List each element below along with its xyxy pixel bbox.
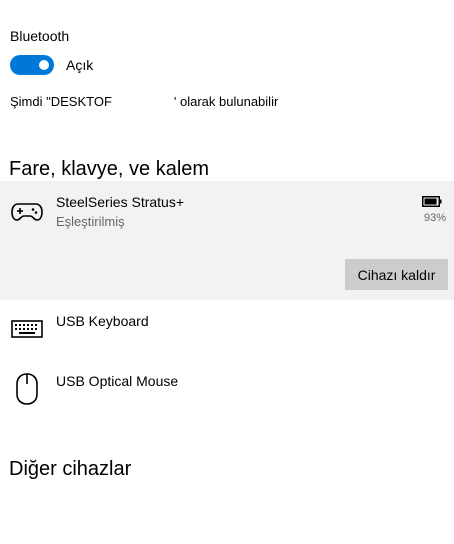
remove-device-button[interactable]: Cihazı kaldır bbox=[345, 259, 448, 290]
device-status: Eşleştirilmiş bbox=[56, 214, 125, 229]
device-name: USB Keyboard bbox=[56, 313, 149, 329]
mouse-icon bbox=[16, 373, 38, 405]
discoverable-prefix: Şimdi "DESKTOF bbox=[10, 94, 112, 109]
battery-icon bbox=[422, 196, 442, 207]
device-item-usb-mouse[interactable] bbox=[0, 360, 454, 418]
bluetooth-devices-page: Bluetooth Açık Şimdi "DESKTOF ' olarak bu… bbox=[0, 0, 454, 544]
device-name: USB Optical Mouse bbox=[56, 373, 179, 389]
section-title-mouse-keyboard-pen: Fare, klavye, ve kalem bbox=[9, 158, 210, 180]
bluetooth-label: Bluetooth bbox=[10, 28, 70, 44]
bluetooth-toggle-row: Açık bbox=[10, 55, 93, 75]
keyboard-icon bbox=[11, 320, 43, 338]
discoverable-text: Şimdi "DESKTOF ' olarak bulunabilir bbox=[10, 94, 278, 110]
battery-fill bbox=[424, 198, 437, 205]
device-name: SteelSeries Stratus+ bbox=[56, 194, 185, 210]
section-title-other-devices: Diğer cihazlar bbox=[9, 458, 132, 480]
toggle-knob bbox=[39, 60, 49, 70]
battery-percent: 93% bbox=[423, 212, 446, 224]
device-item-usb-keyboard[interactable] bbox=[0, 300, 454, 358]
bluetooth-toggle-state: Açık bbox=[66, 57, 94, 73]
discoverable-suffix: ' olarak bulunabilir bbox=[173, 94, 279, 109]
gamepad-icon bbox=[11, 203, 43, 221]
redacted-device-name bbox=[111, 94, 174, 108]
bluetooth-toggle[interactable] bbox=[10, 55, 54, 75]
battery-indicator: 93% bbox=[418, 196, 446, 224]
